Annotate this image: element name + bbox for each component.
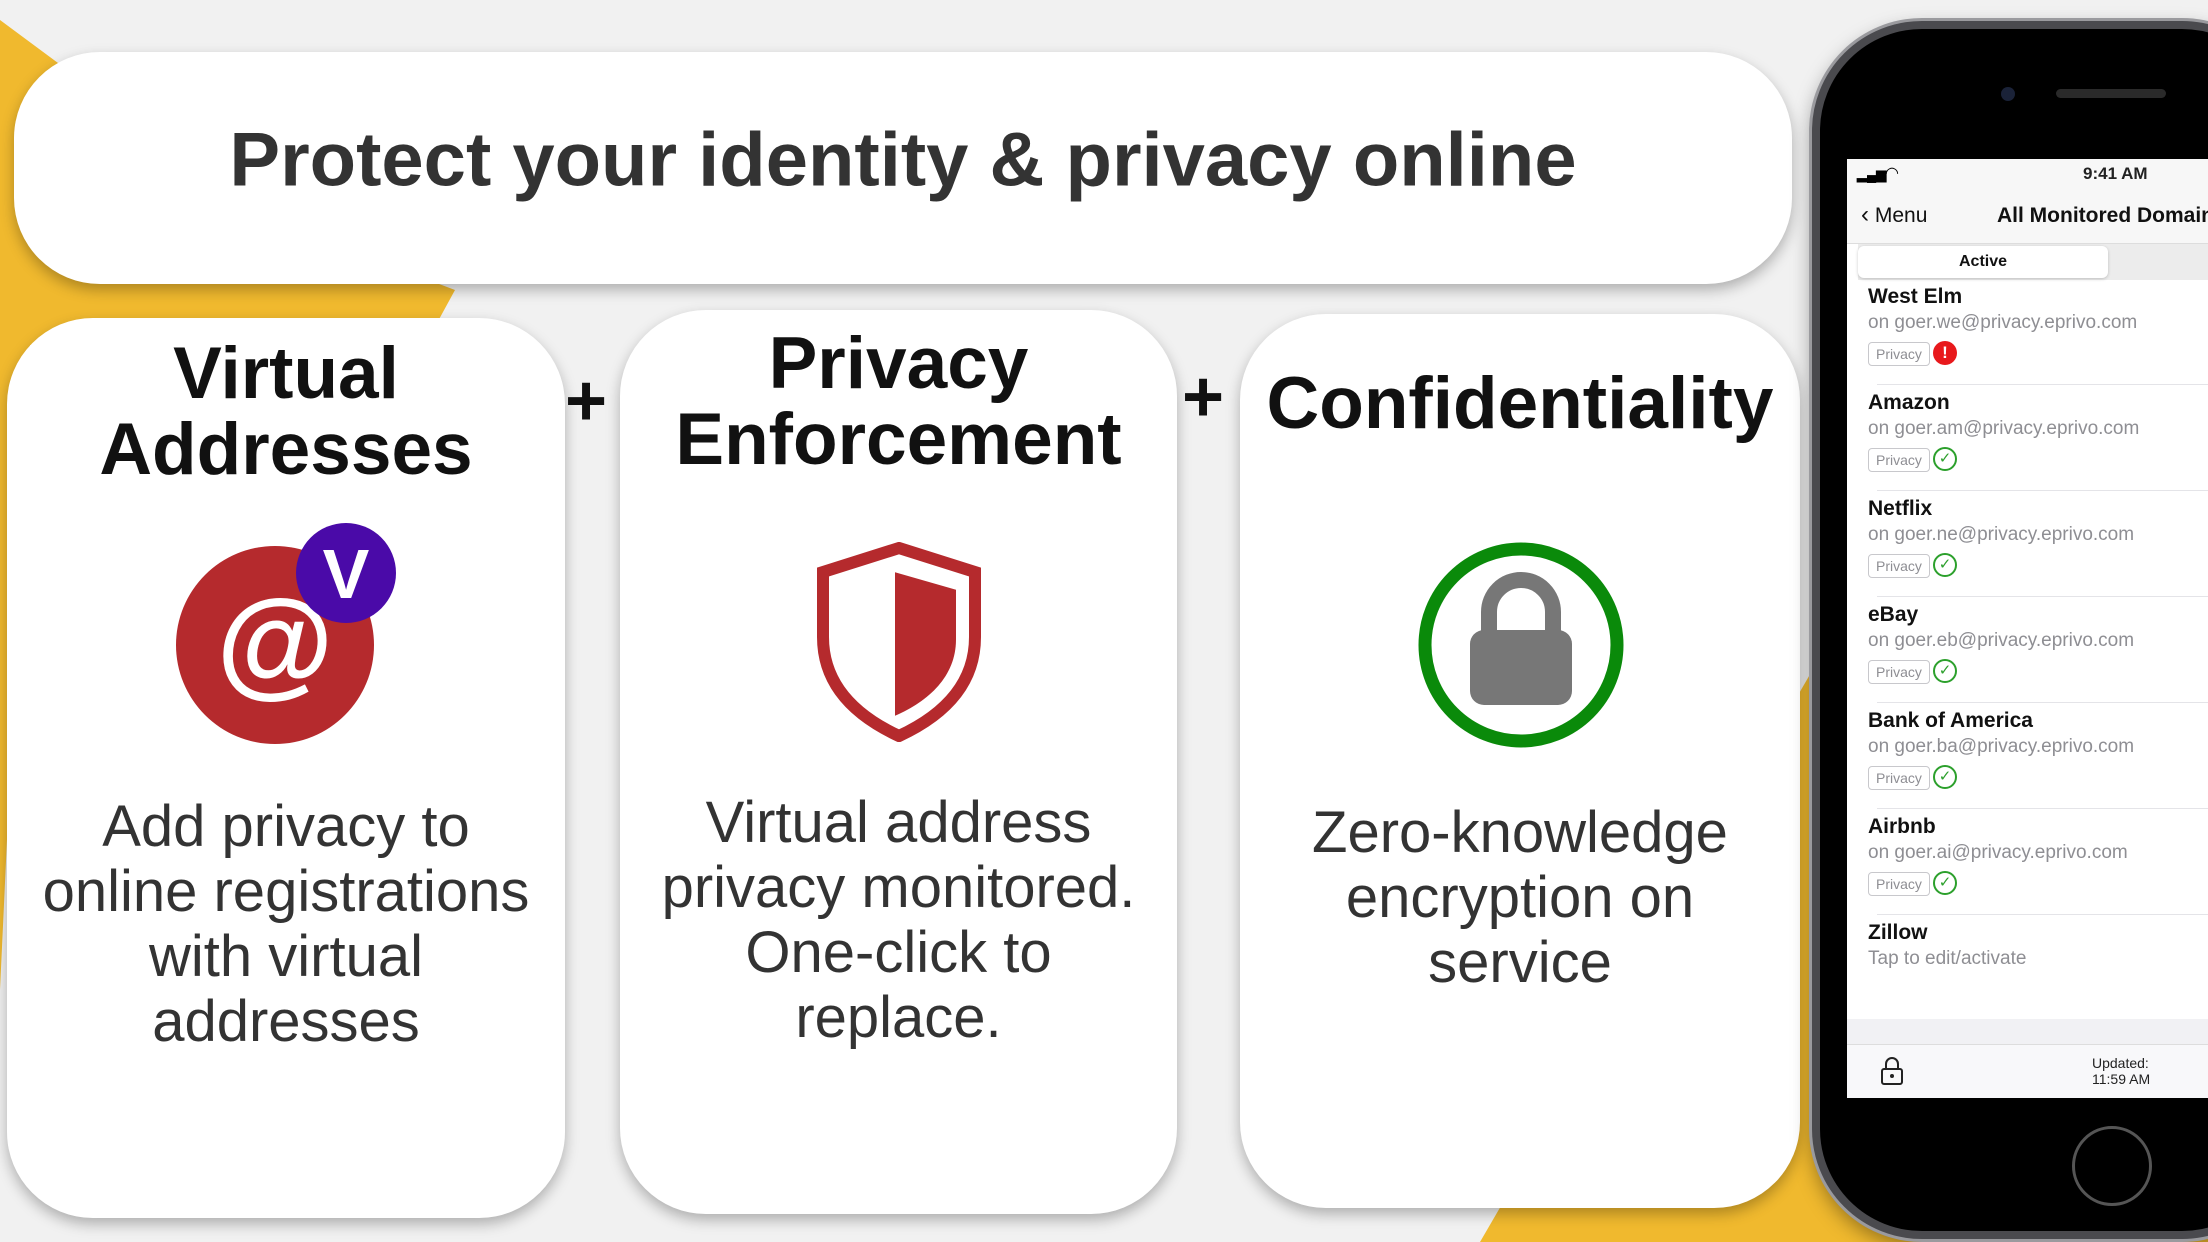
tab-active[interactable]: Active <box>1858 246 2108 278</box>
back-button[interactable]: ‹ Menu <box>1861 201 1927 229</box>
list-footer-spacer <box>1847 1019 2208 1044</box>
signal-icon: ▂▄▆ <box>1857 167 1887 182</box>
check-circle-icon: ✓ <box>1933 659 1957 683</box>
row-divider <box>1877 490 2208 491</box>
feature-card-privacy-enforcement: Privacy Enforcement Virtual address privac… <box>620 310 1177 1214</box>
row-divider <box>1877 596 2208 597</box>
feature-title: Confidentiality <box>1266 363 1774 444</box>
svg-text:V: V <box>323 535 370 613</box>
privacy-badge: Privacy <box>1868 448 1930 472</box>
privacy-badge: Privacy <box>1868 342 1930 366</box>
shield-icon <box>817 542 981 742</box>
wifi-icon: ◠ <box>1885 165 1899 182</box>
domain-name: Airbnb <box>1868 815 1936 838</box>
domain-row[interactable]: Amazon on goer.am@privacy.eprivo.com Priv… <box>1847 391 2208 497</box>
feature-description: Zero-knowledge encryption on service <box>1312 800 1728 995</box>
domain-email: on goer.ai@privacy.eprivo.com <box>1868 842 2128 863</box>
alert-icon[interactable]: ! <box>1933 341 1957 365</box>
domain-name: eBay <box>1868 603 1919 626</box>
row-divider <box>1877 702 2208 703</box>
status-bar: ▂▄▆ ◠ 9:41 AM <box>1847 159 2208 189</box>
padlock-ring-icon <box>1418 542 1624 748</box>
page-title: Protect your identity & privacy online <box>229 117 1577 203</box>
domain-email: on goer.ba@privacy.eprivo.com <box>1868 736 2135 757</box>
at-sign-with-v-badge-icon: @ V <box>176 523 396 744</box>
nav-bar: ‹ Menu All Monitored Domains <box>1847 189 2208 244</box>
feature-description: Add privacy to online registrations with v… <box>42 794 530 1054</box>
home-button[interactable] <box>2072 1126 2152 1206</box>
domain-row[interactable]: Bank of America on goer.ba@privacy.epriv… <box>1847 709 2208 815</box>
domain-row[interactable]: Zillow Tap to edit/activate <box>1847 921 2208 1027</box>
plus-sign: + <box>565 361 608 441</box>
domain-name: Bank of America <box>1868 709 2033 732</box>
domain-name: Netflix <box>1868 497 1933 520</box>
app-screen: ▂▄▆ ◠ 9:41 AM ‹ Menu All Monitored Domai… <box>1847 159 2208 1098</box>
lock-icon[interactable] <box>1879 1055 1905 1087</box>
domain-name: Zillow <box>1868 921 1928 944</box>
chevron-left-icon: ‹ <box>1861 201 1869 228</box>
bottom-toolbar: Updated: 11:59 AM <box>1847 1044 2208 1098</box>
domain-row[interactable]: West Elm on goer.we@privacy.eprivo.com Pr… <box>1847 285 2208 391</box>
check-circle-icon: ✓ <box>1933 765 1957 789</box>
domain-name: Amazon <box>1868 391 1950 414</box>
domain-name: West Elm <box>1868 285 1963 308</box>
header-card: Protect your identity & privacy online <box>14 52 1792 284</box>
front-camera <box>2001 87 2015 101</box>
domain-row[interactable]: eBay on goer.eb@privacy.eprivo.com Privac… <box>1847 603 2208 709</box>
domain-email: Tap to edit/activate <box>1868 948 2027 969</box>
domain-row[interactable]: Airbnb on goer.ai@privacy.eprivo.com Priv… <box>1847 815 2208 921</box>
plus-sign: + <box>1182 357 1225 437</box>
domain-email: on goer.ne@privacy.eprivo.com <box>1868 524 2135 545</box>
row-divider <box>1877 914 2208 915</box>
row-divider <box>1877 808 2208 809</box>
domain-row[interactable]: Netflix on goer.ne@privacy.eprivo.com Pri… <box>1847 497 2208 603</box>
privacy-badge: Privacy <box>1868 554 1930 578</box>
updated-status: Updated: 11:59 AM <box>2092 1055 2151 1087</box>
back-label: Menu <box>1874 204 1928 227</box>
feature-title: Privacy Enforcement <box>675 323 1122 480</box>
privacy-badge: Privacy <box>1868 872 1930 896</box>
status-time: 9:41 AM <box>2083 164 2148 183</box>
domain-email: on goer.eb@privacy.eprivo.com <box>1868 630 2135 651</box>
check-circle-icon: ✓ <box>1933 553 1957 577</box>
check-circle-icon: ✓ <box>1933 447 1957 471</box>
speaker-grille <box>2056 89 2166 98</box>
segmented-control: Active <box>1858 244 2208 280</box>
feature-title: Virtual Addresses <box>99 333 473 490</box>
domain-email: on goer.am@privacy.eprivo.com <box>1868 418 2140 439</box>
privacy-badge: Privacy <box>1868 660 1930 684</box>
domain-email: on goer.we@privacy.eprivo.com <box>1868 312 2138 333</box>
feature-description: Virtual address privacy monitored. One-cli… <box>661 790 1136 1050</box>
screen-title: All Monitored Domains <box>1997 204 2208 227</box>
feature-card-virtual-addresses: Virtual Addresses @ V Add privacy to onlin… <box>7 318 565 1218</box>
feature-card-confidentiality: Confidentiality Zero-knowledge encryption… <box>1240 314 1800 1208</box>
privacy-badge: Privacy <box>1868 766 1930 790</box>
check-circle-icon: ✓ <box>1933 871 1957 895</box>
row-divider <box>1877 384 2208 385</box>
